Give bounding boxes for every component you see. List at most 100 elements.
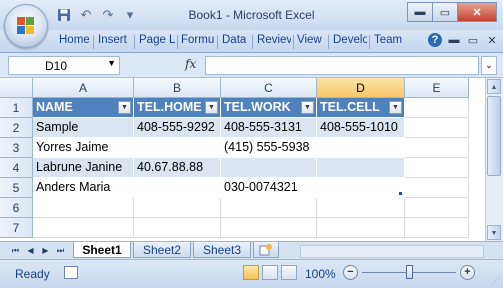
excel-window: ↶ ↷ ▾ Book1 - Microsoft Excel ▬ ▭ ✕ Home…: [0, 0, 503, 288]
prev-sheet-icon[interactable]: ◀: [25, 245, 36, 257]
table-header-cell[interactable]: NAME ▼: [33, 98, 134, 118]
scroll-up-icon[interactable]: ▲: [487, 79, 501, 94]
table-cell[interactable]: [405, 138, 469, 158]
table-cell[interactable]: Anders Maria: [33, 178, 134, 198]
insert-sheet-icon[interactable]: [253, 242, 279, 258]
worksheet-grid[interactable]: A B C D E 1 2 3 4 5 6 7 NAME ▼ TEL.HOME …: [0, 78, 486, 241]
office-button[interactable]: [4, 4, 48, 48]
row-header-5[interactable]: 5: [0, 178, 33, 198]
table-resize-handle[interactable]: [399, 192, 402, 195]
column-header-c[interactable]: C: [221, 78, 317, 98]
table-cell[interactable]: [134, 178, 221, 198]
row-header-3[interactable]: 3: [0, 138, 33, 158]
zoom-out-icon[interactable]: −: [343, 265, 358, 280]
row-header-6[interactable]: 6: [0, 198, 33, 218]
tab-page-layout[interactable]: Page L: [139, 34, 175, 52]
table-cell[interactable]: [317, 158, 405, 178]
table-cell[interactable]: [317, 178, 405, 198]
row-header-2[interactable]: 2: [0, 118, 33, 138]
table-cell[interactable]: Yorres Jaime: [33, 138, 134, 158]
ribbon-close-icon[interactable]: ✕: [485, 33, 499, 47]
tab-formulas[interactable]: Formu: [181, 34, 215, 52]
table-cell[interactable]: [317, 198, 405, 218]
scroll-down-icon[interactable]: ▼: [487, 225, 501, 240]
table-cell[interactable]: [221, 158, 317, 178]
table-cell[interactable]: [221, 198, 317, 218]
filter-dropdown-icon[interactable]: ▼: [118, 101, 131, 114]
table-cell[interactable]: Labrune Janine: [33, 158, 134, 178]
table-cell[interactable]: [33, 198, 134, 218]
first-sheet-icon[interactable]: ⏮: [10, 245, 21, 257]
row-header-4[interactable]: 4: [0, 158, 33, 178]
vertical-scrollbar[interactable]: ▲ ▼: [485, 78, 503, 241]
column-header-d[interactable]: D: [317, 78, 405, 98]
zoom-level[interactable]: 100%: [305, 267, 336, 281]
select-all-corner[interactable]: [0, 78, 33, 98]
filter-dropdown-icon[interactable]: ▼: [389, 101, 402, 114]
table-cell[interactable]: (415) 555-5938: [221, 138, 317, 158]
zoom-slider-thumb[interactable]: [406, 265, 413, 279]
table-cell[interactable]: 408-555-1010: [317, 118, 405, 138]
table-header-cell[interactable]: TEL.HOME ▼: [134, 98, 221, 118]
ribbon-minimize-icon[interactable]: ▬: [447, 33, 461, 47]
tab-home[interactable]: Home: [59, 34, 91, 52]
formula-input[interactable]: [205, 56, 479, 75]
table-cell[interactable]: [221, 218, 317, 238]
row-header-1[interactable]: 1: [0, 98, 33, 118]
page-break-view-icon[interactable]: [281, 265, 297, 280]
tab-developer[interactable]: Develo: [333, 34, 367, 52]
table-header-cell[interactable]: TEL.WORK ▼: [221, 98, 317, 118]
macro-record-icon[interactable]: [64, 266, 78, 279]
table-cell[interactable]: 40.67.88.88: [134, 158, 221, 178]
page-layout-view-icon[interactable]: [262, 265, 278, 280]
table-cell[interactable]: 408-555-3131: [221, 118, 317, 138]
zoom-in-icon[interactable]: +: [460, 265, 475, 280]
tab-view[interactable]: View: [297, 34, 325, 52]
row-header-7[interactable]: 7: [0, 218, 33, 238]
column-header-a[interactable]: A: [33, 78, 134, 98]
normal-view-icon[interactable]: [243, 265, 259, 280]
table-cell[interactable]: [134, 138, 221, 158]
table-cell[interactable]: [405, 198, 469, 218]
scroll-thumb[interactable]: [487, 96, 501, 176]
table-cell[interactable]: 408-555-9292: [134, 118, 221, 138]
table-cell[interactable]: [405, 158, 469, 178]
sheet-tab-sheet2[interactable]: Sheet2: [133, 242, 191, 258]
filter-dropdown-icon[interactable]: ▼: [205, 101, 218, 114]
table-cell[interactable]: [405, 118, 469, 138]
expand-formula-bar-icon[interactable]: ⌄: [481, 56, 497, 75]
next-sheet-icon[interactable]: ▶: [40, 245, 51, 257]
column-header-b[interactable]: B: [134, 78, 221, 98]
table-cell[interactable]: [405, 218, 469, 238]
last-sheet-icon[interactable]: ⏭: [55, 245, 66, 257]
sheet-tab-sheet1[interactable]: Sheet1: [73, 242, 131, 258]
table-cell[interactable]: [405, 98, 469, 118]
minimize-button[interactable]: ▬: [407, 2, 433, 22]
tab-data[interactable]: Data: [222, 34, 250, 52]
table-cell[interactable]: [134, 218, 221, 238]
tab-review[interactable]: Reviev: [257, 34, 291, 52]
help-icon[interactable]: ?: [428, 33, 442, 47]
name-box[interactable]: D10 ▼: [8, 56, 120, 75]
table-cell[interactable]: 030-0074321: [221, 178, 317, 198]
table-cell[interactable]: [405, 178, 469, 198]
ribbon-restore-icon[interactable]: ▭: [466, 33, 480, 47]
sheet-tab-sheet3[interactable]: Sheet3: [193, 242, 251, 258]
resize-grip-icon[interactable]: ⋰: [491, 277, 501, 287]
filter-dropdown-icon[interactable]: ▼: [301, 101, 314, 114]
tab-insert[interactable]: Insert: [98, 34, 132, 52]
table-header-cell[interactable]: TEL.CELL ▼: [317, 98, 405, 118]
horizontal-scrollbar[interactable]: [300, 245, 484, 258]
close-button[interactable]: ✕: [457, 2, 497, 22]
table-cell[interactable]: [317, 218, 405, 238]
column-header-e[interactable]: E: [405, 78, 469, 98]
table-cell[interactable]: [134, 198, 221, 218]
table-cell[interactable]: [317, 138, 405, 158]
sheet-tab-bar: ⏮ ◀ ▶ ⏭ Sheet1 Sheet2 Sheet3: [0, 241, 503, 260]
tab-team[interactable]: Team: [374, 34, 404, 52]
insert-function-icon[interactable]: fx: [185, 57, 196, 71]
table-cell[interactable]: [33, 218, 134, 238]
chevron-down-icon[interactable]: ▼: [107, 58, 116, 68]
table-cell[interactable]: Sample: [33, 118, 134, 138]
maximize-button[interactable]: ▭: [432, 2, 458, 22]
